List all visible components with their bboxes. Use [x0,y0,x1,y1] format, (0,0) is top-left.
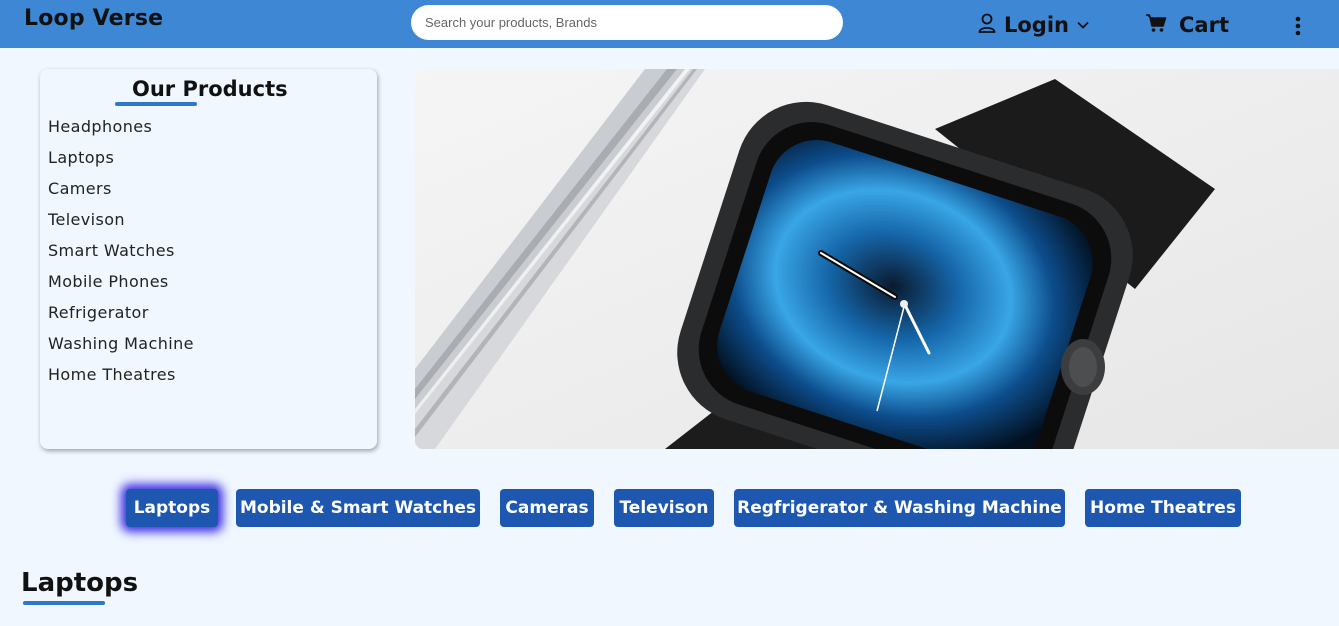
category-link-laptops[interactable]: Laptops [48,148,194,179]
search-input[interactable] [411,5,843,40]
login-label: Login [1004,13,1069,37]
tab-cameras[interactable]: Cameras [500,489,594,527]
hero-banner[interactable] [415,69,1339,449]
tab-refrigerator-washing-machine[interactable]: Regfrigerator & Washing Machine [734,489,1065,527]
section-title-underline [23,601,105,605]
chevron-down-icon [1077,16,1089,34]
category-list: Headphones Laptops Camers Televison Smar… [48,117,194,396]
product-categories-panel: Our Products Headphones Laptops Camers T… [40,69,377,449]
category-link-washing-machine[interactable]: Washing Machine [48,334,194,365]
cart-button[interactable]: Cart [1145,10,1229,40]
title-underline [115,102,197,106]
category-link-cameras[interactable]: Camers [48,179,194,210]
category-link-refrigerator[interactable]: Refrigerator [48,303,194,334]
tab-home-theatres[interactable]: Home Theatres [1085,489,1241,527]
category-tabs: Laptops Mobile & Smart Watches Cameras T… [0,489,1339,527]
smartwatch-image [415,69,1339,449]
section-title: Laptops [21,568,139,598]
tab-television[interactable]: Televison [614,489,714,527]
cart-icon [1145,13,1167,38]
panel-title: Our Products [132,77,288,101]
user-icon [978,13,996,38]
tab-laptops[interactable]: Laptops [126,489,218,527]
tab-mobile-smart-watches[interactable]: Mobile & Smart Watches [236,489,480,527]
top-nav-bar: Loop Verse Login Cart [0,0,1339,48]
kebab-menu-icon[interactable] [1289,14,1307,38]
category-link-smart-watches[interactable]: Smart Watches [48,241,194,272]
category-link-home-theatres[interactable]: Home Theatres [48,365,194,396]
brand-logo[interactable]: Loop Verse [24,6,163,31]
login-button[interactable]: Login [978,10,1089,40]
cart-label: Cart [1179,13,1229,37]
category-link-headphones[interactable]: Headphones [48,117,194,148]
category-link-mobile-phones[interactable]: Mobile Phones [48,272,194,303]
category-link-television[interactable]: Televison [48,210,194,241]
